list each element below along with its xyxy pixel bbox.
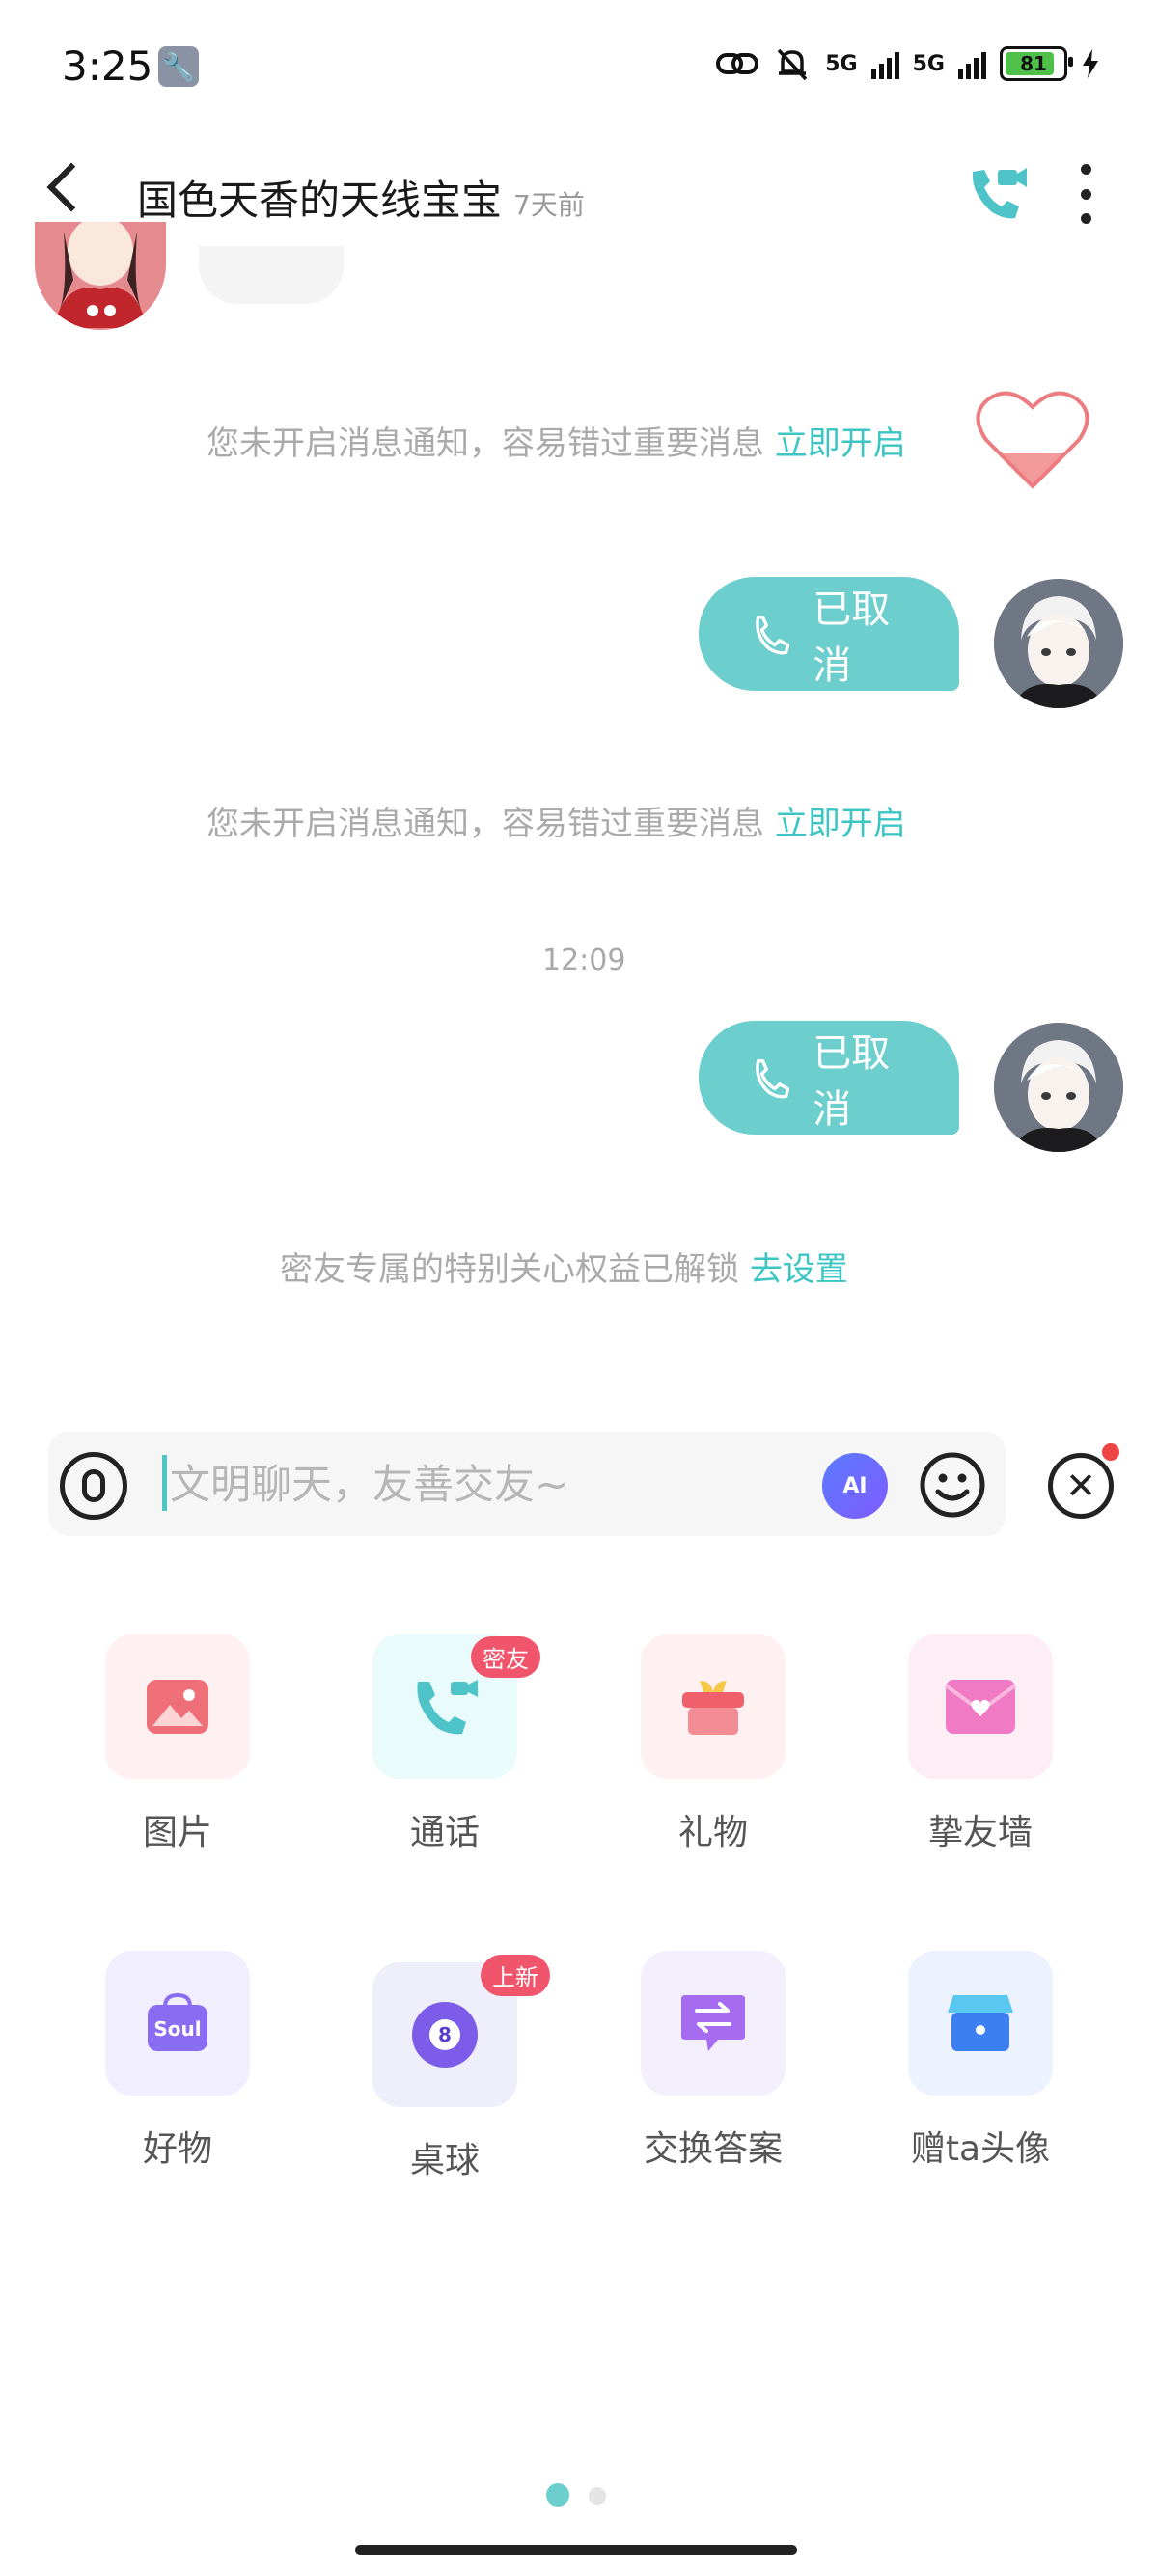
network-label-1: 5G [825, 51, 858, 76]
status-icons: 5G 5G 81 [715, 44, 1100, 83]
page-indicator[interactable] [589, 2487, 606, 2505]
wrench-icon: 🔧 [158, 46, 199, 87]
call-cancelled-bubble-2[interactable]: 已取消 [699, 1021, 959, 1135]
call-status: 已取消 [813, 588, 891, 688]
battery-level: 81 [1020, 52, 1047, 75]
signal-icon [870, 48, 899, 79]
go-settings-link[interactable]: 去设置 [750, 1250, 848, 1289]
contact-name: 国色天香的天线宝宝 [137, 177, 503, 224]
billiard-ball-icon: 8 [412, 2002, 478, 2068]
notification-notice-2: 您未开启消息通知，容易错过重要消息 立即开启 [207, 797, 906, 844]
enable-notifications-link-2[interactable]: 立即开启 [775, 805, 906, 843]
store-icon [948, 1995, 1013, 2051]
feature-label: 通话 [409, 1813, 480, 1852]
contact-avatar[interactable] [35, 222, 166, 330]
message-input[interactable] [170, 1453, 787, 1515]
feature-label: 交换答案 [643, 2129, 783, 2169]
network-label-2: 5G [912, 51, 945, 76]
ai-assistant-button[interactable]: AI [822, 1453, 888, 1519]
text-caret [162, 1455, 167, 1511]
feature-wall-button[interactable] [908, 1634, 1053, 1779]
more-options-icon[interactable] [1071, 164, 1100, 224]
image-icon [147, 1680, 208, 1734]
phone-icon [756, 615, 790, 655]
home-indicator[interactable] [355, 2545, 797, 2555]
chat-title: 国色天香的天线宝宝 7天前 [137, 168, 585, 227]
feature-badge: 上新 [481, 1955, 550, 1996]
exchange-icon [681, 1995, 745, 2051]
signal-icon-2 [958, 48, 986, 79]
battery-icon: 81 [1000, 46, 1073, 81]
my-avatar[interactable] [994, 579, 1123, 708]
soul-bag-text: Soul [153, 2017, 201, 2041]
mute-icon [777, 48, 808, 81]
phone-icon-2 [756, 1058, 790, 1099]
feature-exchange-button[interactable] [641, 1951, 786, 2096]
last-seen: 7天前 [513, 189, 585, 221]
feature-badge: 密友 [471, 1636, 540, 1678]
microphone-icon [82, 1469, 105, 1502]
ai-label: AI [842, 1473, 868, 1498]
status-time: 3:25 [62, 42, 153, 90]
feature-image-button[interactable] [105, 1634, 250, 1779]
feature-label: 桌球 [409, 2141, 480, 2180]
feature-label: 礼物 [677, 1813, 748, 1852]
close-panel-button[interactable]: ✕ [1048, 1453, 1114, 1519]
video-call-icon[interactable] [965, 162, 1029, 226]
phone-video-icon [417, 1680, 478, 1735]
message-timestamp: 12:09 [542, 944, 626, 977]
notification-dot [1102, 1443, 1119, 1461]
call-cancelled-bubble[interactable]: 已取消 [699, 577, 959, 691]
soul-bag-icon: Soul [148, 1993, 207, 2051]
voice-input-button[interactable] [60, 1452, 127, 1520]
emoji-icon[interactable] [919, 1451, 986, 1519]
feature-label: 挚友墙 [927, 1813, 1033, 1852]
back-button[interactable] [46, 162, 96, 212]
message-bubble-partial [199, 246, 344, 304]
envelope-heart-icon [944, 1680, 1017, 1734]
page-indicator-active[interactable] [546, 2483, 569, 2507]
gift-icon [682, 1681, 744, 1735]
my-avatar-2[interactable] [994, 1023, 1123, 1152]
feature-gift-button[interactable] [641, 1634, 786, 1779]
notification-notice: 您未开启消息通知，容易错过重要消息 立即开启 [207, 417, 906, 464]
feature-gift-avatar-button[interactable] [908, 1951, 1053, 2096]
feature-label: 图片 [142, 1813, 212, 1852]
special-care-text: 密友专属的特别关心权益已解锁 [280, 1250, 739, 1289]
link-icon [716, 53, 759, 74]
charging-icon [1083, 49, 1098, 78]
billiard-ball-number: 8 [438, 2023, 452, 2046]
feature-label: 赠ta头像 [910, 2129, 1051, 2169]
feature-label: 好物 [142, 2129, 212, 2169]
notice-text: 您未开启消息通知，容易错过重要消息 [207, 425, 764, 463]
heart-icon [976, 391, 1089, 489]
feature-goods-button[interactable]: Soul [105, 1951, 250, 2096]
call-status-2: 已取消 [813, 1031, 891, 1132]
special-care-notice: 密友专属的特别关心权益已解锁 去设置 [280, 1243, 848, 1290]
enable-notifications-link[interactable]: 立即开启 [775, 425, 906, 463]
notice-text-2: 您未开启消息通知，容易错过重要消息 [207, 805, 764, 843]
